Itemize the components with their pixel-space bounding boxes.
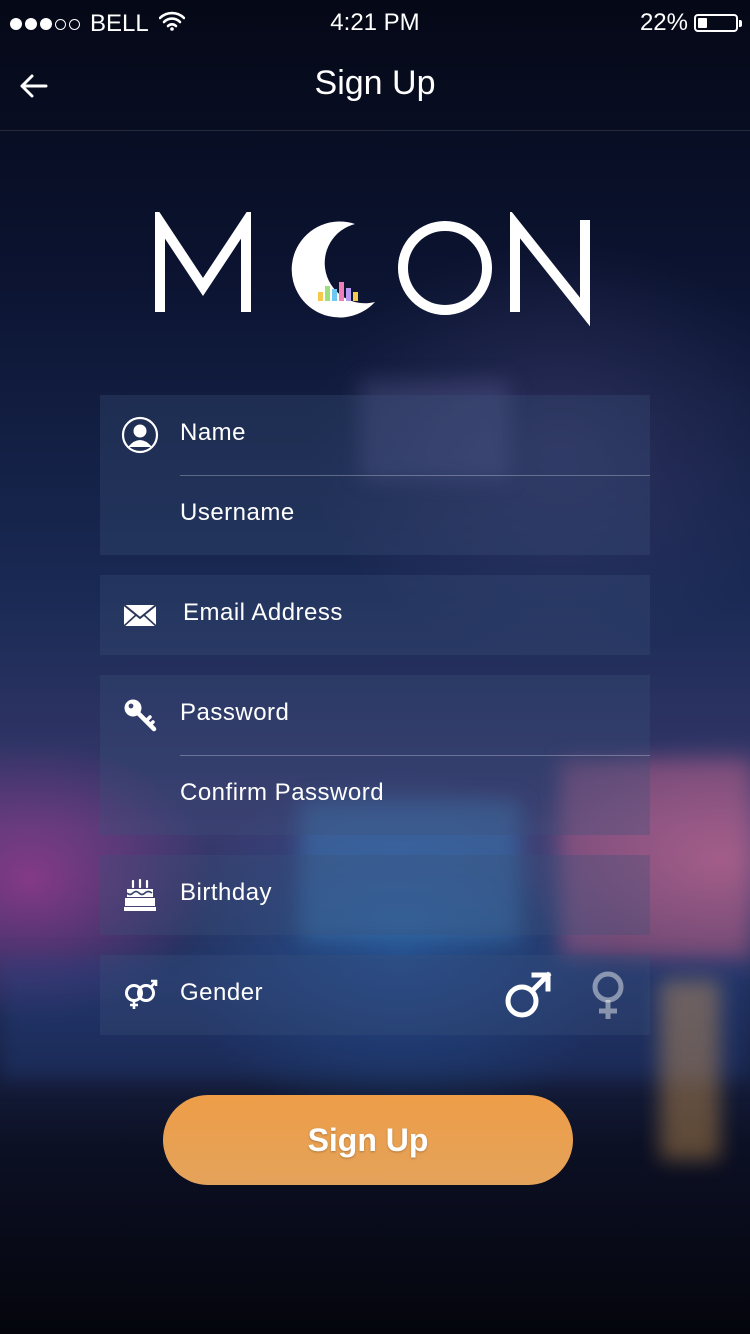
signup-form: Name Username Email Address Password Con… <box>100 395 650 1035</box>
email-field[interactable]: Email Address <box>100 575 650 655</box>
username-placeholder: Username <box>180 499 295 526</box>
birthday-panel: Birthday <box>100 855 650 935</box>
status-bar: BELL 4:21 PM 22% <box>0 0 750 46</box>
moon-logo <box>150 205 600 327</box>
password-panel: Password Confirm Password <box>100 675 650 835</box>
gender-label: Gender <box>180 979 264 1006</box>
page-title: Sign Up <box>314 64 436 102</box>
confirm-password-field[interactable]: Confirm Password <box>100 755 650 835</box>
password-field[interactable]: Password <box>100 675 650 755</box>
name-panel: Name Username <box>100 395 650 555</box>
battery-icon <box>694 14 742 32</box>
signup-button[interactable]: Sign Up <box>163 1095 573 1185</box>
gender-icon <box>120 975 160 1015</box>
female-icon[interactable] <box>582 967 638 1023</box>
male-icon[interactable] <box>500 967 556 1023</box>
status-time: 4:21 PM <box>330 9 420 36</box>
email-placeholder: Email Address <box>183 599 343 626</box>
confirm-password-placeholder: Confirm Password <box>180 779 385 806</box>
user-icon <box>120 415 160 455</box>
birthday-placeholder: Birthday <box>180 879 273 906</box>
birthday-field[interactable]: Birthday <box>100 855 650 935</box>
username-field[interactable]: Username <box>100 475 650 555</box>
cake-icon <box>120 875 160 915</box>
signup-button-label: Sign Up <box>307 1121 429 1158</box>
email-panel: Email Address <box>100 575 650 655</box>
name-field[interactable]: Name <box>100 395 650 475</box>
gender-panel: Gender <box>100 955 650 1035</box>
envelope-icon <box>120 595 160 635</box>
password-placeholder: Password <box>180 699 290 726</box>
battery-percent: 22% <box>639 9 688 36</box>
name-placeholder: Name <box>180 419 247 446</box>
key-icon <box>120 695 160 735</box>
gender-field: Gender <box>100 955 650 1035</box>
nav-bar: Sign Up <box>0 46 750 131</box>
